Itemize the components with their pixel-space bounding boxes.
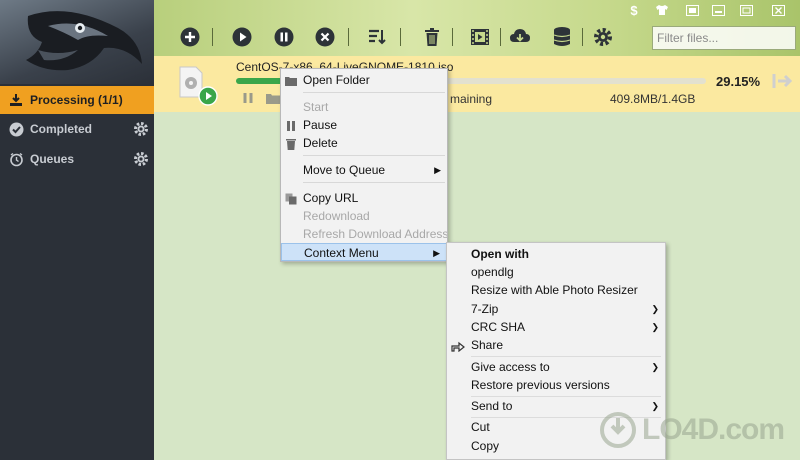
share-icon xyxy=(451,339,465,357)
menu-item-move-to-queue[interactable]: Move to Queue ▶ xyxy=(281,161,447,179)
watermark-logo: LO4D.com xyxy=(600,408,790,452)
folder-small-icon[interactable] xyxy=(266,92,280,104)
start-button[interactable] xyxy=(231,26,253,48)
video-film-icon[interactable] xyxy=(469,26,491,48)
sidebar-item-completed[interactable]: Completed xyxy=(0,115,154,143)
download-tray-icon xyxy=(8,92,24,108)
restore-window-icon[interactable] xyxy=(684,3,700,17)
download-row[interactable]: CentOS-7-x86_64-LiveGNOME-1810.iso 29.15… xyxy=(154,56,800,112)
submenu-arrow-icon: ❯ xyxy=(651,362,659,372)
stop-button[interactable] xyxy=(314,26,336,48)
pause-small-icon[interactable] xyxy=(242,92,254,104)
menu-item-copy-url[interactable]: Copy URL xyxy=(281,189,447,207)
menu-item-7zip[interactable]: 7-Zip ❯ xyxy=(447,300,665,318)
maximize-icon[interactable] xyxy=(738,3,754,17)
download-context-menu: Open Folder Start Pause Delete Move to Q… xyxy=(280,68,448,262)
send-arrow-icon[interactable] xyxy=(772,72,794,90)
sidebar: Processing (1/1) Completed Queues xyxy=(0,0,154,460)
filter-input[interactable]: Filter files... xyxy=(652,26,796,50)
check-circle-icon xyxy=(8,121,24,137)
settings-gear-icon[interactable] xyxy=(592,26,614,48)
eagle-logo xyxy=(0,0,154,84)
alarm-clock-icon xyxy=(8,151,24,167)
menu-item-refresh-download-address[interactable]: Refresh Download Address xyxy=(281,225,447,243)
menu-item-opendlg[interactable]: opendlg xyxy=(447,263,665,281)
menu-item-crc-sha[interactable]: CRC SHA ❯ xyxy=(447,318,665,336)
menu-item-restore-versions[interactable]: Restore previous versions xyxy=(447,376,665,394)
sort-icon[interactable] xyxy=(366,26,388,48)
minimize-icon[interactable] xyxy=(710,3,726,17)
sidebar-item-queues[interactable]: Queues xyxy=(0,145,154,173)
pause-button[interactable] xyxy=(273,26,295,48)
menu-item-start[interactable]: Start xyxy=(281,98,447,116)
pause-icon xyxy=(285,119,297,131)
sidebar-item-processing[interactable]: Processing (1/1) xyxy=(0,86,154,114)
sidebar-item-label: Completed xyxy=(30,122,93,136)
play-badge-icon[interactable] xyxy=(198,86,218,106)
menu-item-context-menu[interactable]: Context Menu ▶ xyxy=(281,243,447,261)
cloud-download-icon[interactable] xyxy=(509,26,531,48)
submenu-arrow-icon: ❯ xyxy=(651,304,659,314)
trash-icon xyxy=(285,137,297,150)
menu-item-share[interactable]: Share xyxy=(447,336,665,354)
submenu-arrow-icon: ❯ xyxy=(651,322,659,332)
folder-icon xyxy=(285,74,297,86)
trash-icon[interactable] xyxy=(421,26,443,48)
sidebar-item-label: Processing (1/1) xyxy=(30,93,123,107)
gear-icon[interactable] xyxy=(132,120,150,138)
menu-item-open-with[interactable]: Open with xyxy=(447,245,665,263)
submenu-arrow-icon: ▶ xyxy=(434,165,441,175)
close-icon[interactable] xyxy=(770,3,786,17)
menu-item-pause[interactable]: Pause xyxy=(281,116,447,134)
database-icon[interactable] xyxy=(551,26,573,48)
menu-item-open-folder[interactable]: Open Folder xyxy=(281,71,447,89)
toolbar: $ Filter files... xyxy=(154,0,800,56)
download-size: 409.8MB/1.4GB xyxy=(610,92,696,106)
copy-icon xyxy=(285,192,297,205)
sidebar-item-label: Queues xyxy=(30,152,75,166)
add-button[interactable] xyxy=(179,26,201,48)
menu-item-delete[interactable]: Delete xyxy=(281,134,447,152)
progress-percent: 29.15% xyxy=(716,74,761,89)
menu-item-redownload[interactable]: Redownload xyxy=(281,207,447,225)
dollar-icon[interactable]: $ xyxy=(626,3,642,18)
submenu-arrow-icon: ▶ xyxy=(433,248,440,258)
menu-item-resize-photo[interactable]: Resize with Able Photo Resizer xyxy=(447,281,665,299)
time-remaining: maining xyxy=(450,92,493,106)
menu-item-give-access[interactable]: Give access to ❯ xyxy=(447,358,665,376)
gear-icon[interactable] xyxy=(132,150,150,168)
shirt-icon[interactable] xyxy=(654,3,670,17)
